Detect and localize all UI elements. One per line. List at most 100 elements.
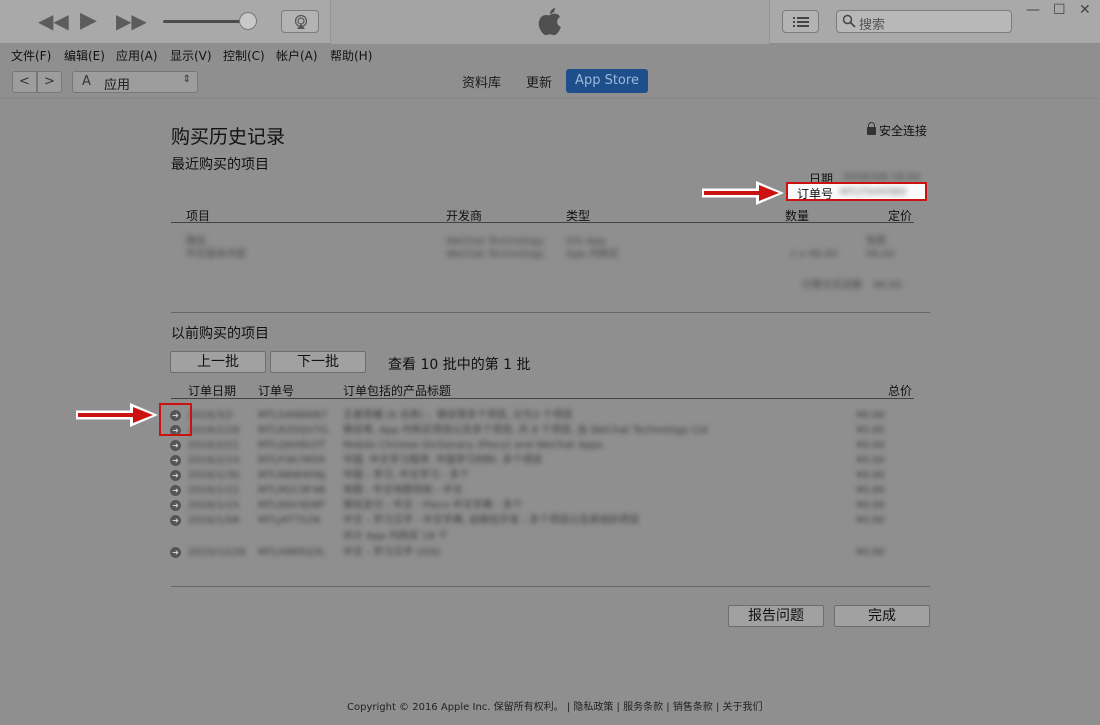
back-button[interactable]: < xyxy=(12,71,37,93)
item-price: ¥6.00 xyxy=(866,249,895,260)
order-total: ¥0.00 xyxy=(856,440,885,451)
table-rule xyxy=(171,398,914,399)
order-title: 中国. 中文学习程序. 中国学习材料: 多个项目 xyxy=(343,455,543,466)
menu-controls[interactable]: 控制(C) xyxy=(223,47,265,64)
total-value: ¥6.00 xyxy=(873,280,902,291)
search-icon xyxy=(842,14,856,28)
order-title: 王者荣耀 (6 点券) 、微信等多个项目, 分为3 个项目 xyxy=(343,410,573,421)
order-total: ¥0.00 xyxy=(856,485,885,496)
order-date: 2015/12/28 xyxy=(188,547,246,558)
order-title: 中国 - 学习. 中文学习 - 多个 xyxy=(343,470,470,481)
minimize-icon[interactable]: — xyxy=(1026,2,1040,18)
order-row[interactable]: ➜ 2015/12/28 MTLH9R5Q3L 中文 - 学习汉字 (iOS) ¥0.0… xyxy=(170,547,915,561)
order-title: 共计 App 内购买 18 个 xyxy=(343,531,448,542)
previous-batch-button[interactable]: 上一批 xyxy=(170,351,266,373)
order-detail-arrow-icon[interactable]: ➜ xyxy=(170,440,181,451)
order-total: ¥0.00 xyxy=(856,500,885,511)
order-id: MTLH9R5Q3L xyxy=(258,547,326,558)
order-title: 微信等, App 内购买项目以及多个项目, 共 8 个项目, 由 WeChat … xyxy=(343,425,708,436)
order-title: Mobile Chinese Dictionary (Pleco) and We… xyxy=(343,440,603,451)
airplay-button[interactable] xyxy=(281,10,319,33)
annotation-arrow-icon xyxy=(76,403,158,427)
search-input[interactable]: 搜索 xyxy=(836,10,1012,33)
table-rule xyxy=(171,222,914,223)
order-title: 中文 - 学习汉字 (iOS) xyxy=(343,547,441,558)
order-row[interactable]: ➜ 2016/1/15 MTLK6V3D8P 微信支付 - 中文 - Pleco 中文… xyxy=(170,500,915,514)
order-date: 2016/2/14 xyxy=(188,455,240,466)
order-number-value: MTLT5HH5B9 xyxy=(840,187,907,198)
volume-slider-knob[interactable] xyxy=(238,12,257,30)
order-title: 中文 - 学习汉字 - 中文字典, 由微信开发 - 多个项目以及其他的项目 xyxy=(343,515,640,526)
menu-bar: 文件(F) 编辑(E) 应用(A) 显示(V) 控制(C) 帐户(A) 帮助(H… xyxy=(0,44,1100,65)
play-icon[interactable]: ▶ xyxy=(80,10,97,32)
done-button[interactable]: 完成 xyxy=(834,605,930,627)
list-view-button[interactable] xyxy=(782,10,819,33)
order-title: 微信支付 - 中文 - Pleco 中文字典 - 多个 xyxy=(343,500,523,511)
col-order-total: 总价 xyxy=(888,384,913,398)
order-id: MTLN8W4H6J xyxy=(258,470,326,481)
order-id: MTLK6V3D8P xyxy=(258,500,325,511)
order-row[interactable]: ➜ 2016/2/14 MTLP3K7M5R 中国. 中文学习程序. 中国学习材料: … xyxy=(170,455,915,469)
menu-apps[interactable]: 应用(A) xyxy=(116,47,158,64)
forward-button[interactable]: > xyxy=(37,71,62,93)
section-divider xyxy=(171,312,930,313)
order-date: 2016/1/15 xyxy=(188,500,240,511)
order-detail-arrow-icon[interactable]: ➜ xyxy=(170,455,181,466)
menu-account[interactable]: 帐户(A) xyxy=(276,47,318,64)
order-date: 2016/2/28 xyxy=(188,425,240,436)
tab-app-store[interactable]: App Store xyxy=(566,69,648,93)
apple-logo-icon xyxy=(538,8,561,36)
item-name: 中文版本内容 xyxy=(186,249,246,260)
menu-view[interactable]: 显示(V) xyxy=(170,47,212,64)
tab-library[interactable]: 资料库 xyxy=(462,72,501,91)
report-problem-button[interactable]: 报告问题 xyxy=(728,605,824,627)
order-number-highlight: 订单号 MTLT5HH5B9 xyxy=(786,182,927,201)
order-row[interactable]: ➜ 2016/3/2 MTLS4N8W87 王者荣耀 (6 点券) 、微信等多个项目,… xyxy=(170,410,915,424)
item-quantity: 1 x ¥6.00 xyxy=(790,249,838,260)
menu-file[interactable]: 文件(F) xyxy=(11,47,51,64)
order-id: MTLJ4T7S2N xyxy=(258,515,321,526)
rewind-icon[interactable]: ◀◀ xyxy=(38,10,69,32)
order-detail-arrow-icon[interactable]: ➜ xyxy=(170,485,181,496)
menu-help[interactable]: 帮助(H) xyxy=(330,47,372,64)
order-id: MTLM2C9F4B xyxy=(258,485,326,496)
order-row[interactable]: ➜ 2016/2/28 MTLR2DQV7G 微信等, App 内购买项目以及多个项目… xyxy=(170,425,915,439)
secure-connection-label: 安全连接 xyxy=(879,124,928,138)
order-date: 2016/1/22 xyxy=(188,485,240,496)
order-detail-arrow-icon[interactable]: ➜ xyxy=(170,500,181,511)
section-divider xyxy=(171,586,930,587)
col-order-titles: 订单包括的产品标题 xyxy=(343,384,452,398)
close-icon[interactable]: ✕ xyxy=(1079,2,1091,18)
menu-edit[interactable]: 编辑(E) xyxy=(64,47,105,64)
order-date: 2016/3/2 xyxy=(188,410,233,421)
order-row[interactable]: ➜ 2016/1/22 MTLM2C9F4B 地图 - 中文地图导航 - 中文 ¥0.0… xyxy=(170,485,915,499)
order-row[interactable]: ➜ 2016/2/21 MTLQ9X8V2T Mobile Chinese Dicti… xyxy=(170,440,915,454)
order-total: ¥0.00 xyxy=(856,425,885,436)
media-kind-label: 应用 xyxy=(104,78,131,93)
order-id: MTLQ9X8V2T xyxy=(258,440,326,451)
order-detail-arrow-icon[interactable]: ➜ xyxy=(170,515,181,526)
total-label: 付费方式总额 xyxy=(802,280,862,291)
page-title: 购买历史记录 xyxy=(171,126,286,148)
tab-updates[interactable]: 更新 xyxy=(526,72,552,91)
airplay-icon xyxy=(294,14,308,29)
item-developer: WeChat Technology xyxy=(446,236,545,247)
order-total: ¥0.00 xyxy=(856,547,885,558)
fast-forward-icon[interactable]: ▶▶ xyxy=(116,10,147,32)
order-row[interactable]: ➜ 2016/1/08 MTLJ4T7S2N 中文 - 学习汉字 - 中文字典, 由微… xyxy=(170,515,915,529)
chevron-updown-icon: ⇕ xyxy=(182,74,191,85)
order-id: MTLR2DQV7G xyxy=(258,425,329,436)
order-row[interactable]: 共计 App 内购买 18 个 xyxy=(170,531,915,545)
maximize-icon[interactable]: ☐ xyxy=(1053,2,1066,18)
annotation-arrow-icon xyxy=(702,181,784,205)
recent-total: 付费方式总额 ¥6.00 xyxy=(802,276,902,291)
order-detail-arrow-icon[interactable]: ➜ xyxy=(170,470,181,481)
item-price: 免费 xyxy=(866,236,886,247)
col-order-date: 订单日期 xyxy=(188,384,237,398)
order-detail-arrow-icon[interactable]: ➜ xyxy=(170,547,181,558)
media-kind-select[interactable]: A 应用 ⇕ xyxy=(72,71,198,93)
lock-icon xyxy=(867,122,876,135)
order-id: MTLS4N8W87 xyxy=(258,410,328,421)
order-row[interactable]: ➜ 2016/1/30 MTLN8W4H6J 中国 - 学习. 中文学习 - 多个 ¥0… xyxy=(170,470,915,484)
next-batch-button[interactable]: 下一批 xyxy=(270,351,366,373)
